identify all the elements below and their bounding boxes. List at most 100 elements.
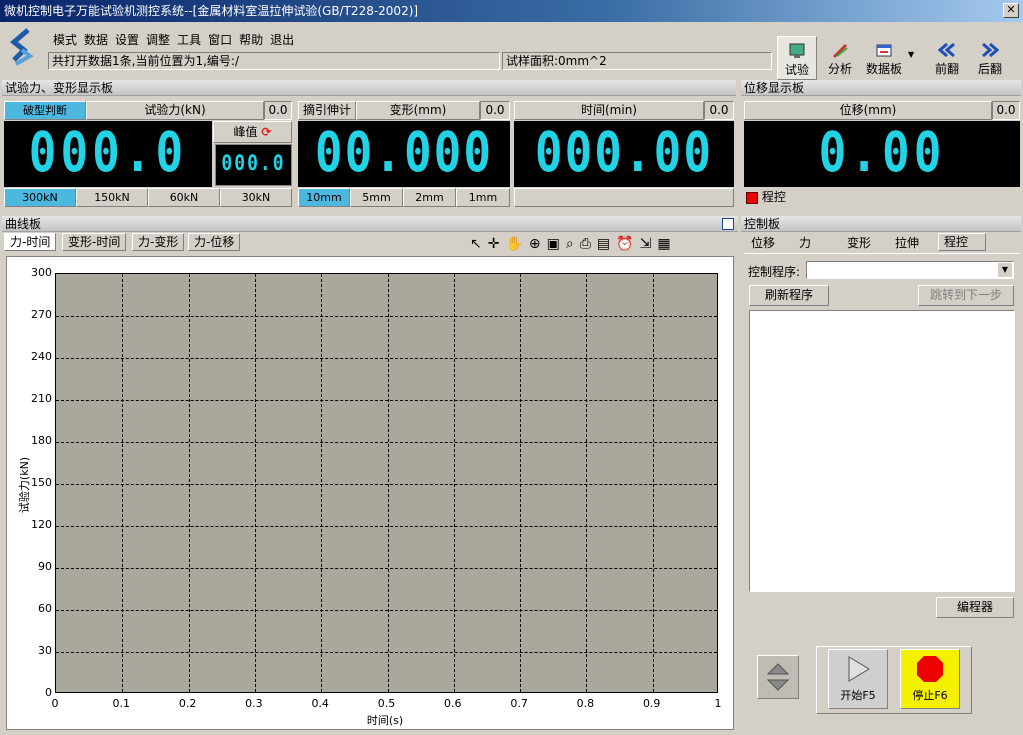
grid-line-vertical — [321, 274, 323, 692]
grid-line-horizontal — [56, 358, 717, 359]
refresh-icon[interactable]: ⟳ — [261, 125, 271, 139]
peak-label: 峰值 — [233, 125, 258, 139]
range-60kn[interactable]: 60kN — [148, 188, 220, 207]
force-value: 000.0 — [28, 119, 188, 185]
y-tick-label: 180 — [31, 434, 52, 447]
pointer-icon[interactable]: ↖ — [470, 236, 488, 252]
force-display: 000.0 — [4, 120, 212, 187]
range-1mm[interactable]: 1mm — [456, 188, 510, 207]
tab-force[interactable]: 力 — [794, 235, 816, 253]
x-tick-label: 0.2 — [178, 697, 197, 710]
chevron-down-icon[interactable]: ▼ — [998, 263, 1012, 277]
tab-force-time[interactable]: 力-时间 — [4, 233, 57, 251]
prev-button[interactable]: 前翻 — [927, 36, 967, 80]
move-updown-button[interactable] — [757, 655, 799, 699]
print-icon[interactable]: ⎙ — [580, 236, 597, 252]
next-label: 后翻 — [977, 62, 1002, 76]
prog-control-indicator: 程控 — [746, 189, 786, 206]
range-150kn[interactable]: 150kN — [76, 188, 148, 207]
jump-next-step-button[interactable]: 跳转到下一步 — [918, 285, 1014, 306]
analyze-button[interactable]: 分析 — [820, 36, 860, 80]
clock-icon[interactable]: ⏰ — [616, 236, 639, 252]
menu-data[interactable]: 数据 — [84, 33, 108, 47]
databoard-dropdown-icon[interactable]: ▼ — [908, 50, 914, 59]
menu-help[interactable]: 帮助 — [239, 33, 263, 47]
grid-line-vertical — [520, 274, 522, 692]
disp-display: 0.00 — [744, 120, 1020, 187]
x-ticks: 0 0.1 0.2 0.3 0.4 0.5 0.6 0.7 0.8 0.9 1 — [52, 697, 722, 711]
x-tick-label: 0.5 — [377, 697, 396, 710]
y-tick-label: 240 — [31, 350, 52, 363]
peak-value: 000.0 — [221, 150, 286, 176]
pan-icon[interactable]: ✋ — [505, 236, 528, 252]
x-tick-label: 0.6 — [444, 697, 462, 710]
programmer-button[interactable]: 编程器 — [936, 597, 1014, 618]
grid-line-vertical — [122, 274, 124, 692]
grid-line-horizontal — [56, 316, 717, 317]
next-button[interactable]: 后翻 — [970, 36, 1010, 80]
program-select[interactable]: ▼ — [806, 261, 1014, 279]
x-tick-label: 0.9 — [642, 697, 661, 710]
grid-line-horizontal — [56, 400, 717, 401]
grid-line-vertical — [586, 274, 588, 692]
deform-display: 00.000 — [298, 120, 510, 187]
tab-deform-time[interactable]: 变形-时间 — [62, 233, 127, 251]
x-tick-label: 0.4 — [311, 697, 329, 710]
y-tick-label: 30 — [38, 644, 52, 657]
start-button[interactable]: 开始F5 — [828, 649, 888, 709]
tab-force-deform[interactable]: 力-变形 — [132, 233, 185, 251]
program-steps-list[interactable] — [749, 310, 1015, 592]
x-axis-label: 时间(s) — [366, 714, 404, 727]
grid-line-vertical — [254, 274, 256, 692]
time-display: 000.00 — [514, 120, 734, 187]
prog-led-icon — [746, 191, 758, 204]
stop-icon — [917, 656, 943, 682]
tab-disp[interactable]: 位移 — [746, 235, 780, 253]
chart-settings-icon[interactable]: ▤ — [597, 236, 616, 252]
zoom-icon[interactable]: ⌕ — [566, 236, 580, 252]
maximize-icon[interactable] — [722, 218, 734, 230]
range-2mm[interactable]: 2mm — [403, 188, 456, 207]
zoom-box-icon[interactable]: ▣ — [547, 236, 566, 252]
zoom-in-icon[interactable]: ⊕ — [529, 236, 547, 252]
menu-tools[interactable]: 工具 — [177, 33, 201, 47]
stop-button[interactable]: 停止F6 — [900, 649, 960, 709]
menu-window[interactable]: 窗口 — [208, 33, 232, 47]
crosshair-icon[interactable]: ✛ — [488, 236, 506, 252]
export-icon[interactable]: ⇲ — [640, 236, 658, 252]
menu-mode[interactable]: 模式 — [53, 33, 77, 47]
x-tick-label: 0.7 — [510, 697, 528, 710]
play-icon — [848, 656, 870, 682]
x-tick-label: 1 — [714, 697, 722, 710]
prev-label: 前翻 — [934, 62, 959, 76]
test-button[interactable]: 试验 — [777, 36, 817, 80]
range-300kn[interactable]: 300kN — [4, 188, 76, 207]
y-ticks: 300 270 240 210 180 150 120 90 60 30 0 — [16, 266, 52, 699]
refresh-program-button[interactable]: 刷新程序 — [749, 285, 829, 306]
x-tick-label: 0.1 — [112, 697, 131, 710]
menu-exit[interactable]: 退出 — [270, 33, 294, 47]
range-5mm[interactable]: 5mm — [350, 188, 403, 207]
analyze-icon — [833, 44, 848, 58]
range-30kn[interactable]: 30kN — [220, 188, 292, 207]
menu-bar: 模式 数据 设置 调整 工具 窗口 帮助 退出 — [53, 31, 301, 48]
close-button[interactable]: ✕ — [1003, 3, 1019, 18]
databoard-icon — [876, 44, 892, 57]
tab-force-disp[interactable]: 力-位移 — [188, 233, 241, 251]
menu-settings[interactable]: 设置 — [115, 33, 139, 47]
peak-header: 峰值 ⟳ — [213, 121, 292, 143]
tab-deform[interactable]: 变形 — [842, 235, 876, 253]
tab-tension[interactable]: 拉伸 — [890, 235, 924, 253]
y-tick-label: 150 — [31, 476, 52, 489]
chart-toolbar: ↖✛✋⊕▣⌕⎙▤⏰⇲▦ — [470, 236, 677, 252]
grid-line-vertical — [387, 274, 389, 692]
databoard-button[interactable]: 数据板 — [862, 36, 906, 80]
range-10mm[interactable]: 10mm — [298, 188, 350, 207]
calculator-icon[interactable]: ▦ — [657, 236, 676, 252]
y-tick-label: 210 — [31, 392, 52, 405]
app-logo — [8, 26, 36, 74]
menu-adjust[interactable]: 调整 — [146, 33, 170, 47]
status-left: 共打开数据1条,当前位置为1,编号:/ — [48, 52, 500, 70]
up-down-icon — [766, 663, 790, 691]
tab-program[interactable]: 程控 — [938, 233, 986, 251]
